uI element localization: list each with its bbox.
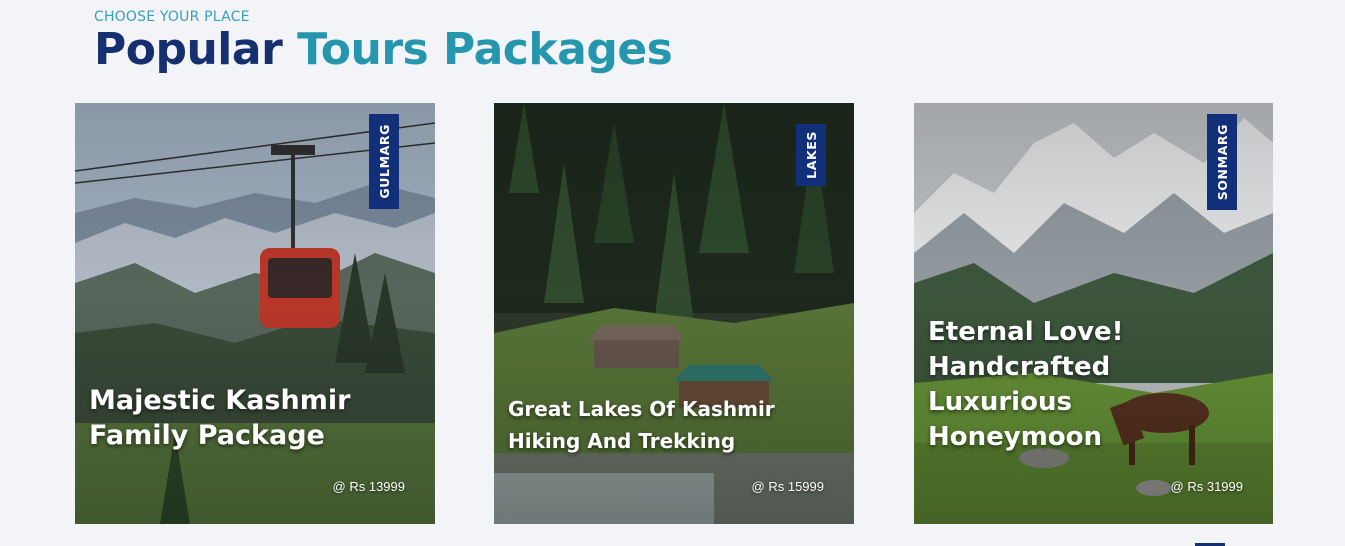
package-card-lakes[interactable]: LAKES Great Lakes Of Kashmir Hiking And … [494,103,854,524]
package-price: @ Rs 13999 [332,479,405,494]
package-price: @ Rs 31999 [1170,479,1243,494]
section-title: Popular Tours Packages [94,24,673,75]
package-title[interactable]: Eternal Love! Handcrafted Luxurious Hone… [928,315,1124,455]
package-price: @ Rs 15999 [751,479,824,494]
package-card-gulmarg[interactable]: GULMARG Majestic Kashmir Family Package … [75,103,435,524]
section-title-primary: Popular [94,24,283,75]
location-tag[interactable]: GULMARG [369,114,399,209]
section-eyebrow: CHOOSE YOUR PLACE [94,9,250,25]
package-card-sonmarg[interactable]: SONMARG Eternal Love! Handcrafted Luxuri… [914,103,1273,524]
location-tag[interactable]: SONMARG [1207,114,1237,210]
package-title[interactable]: Majestic Kashmir Family Package [89,383,350,453]
location-tag[interactable]: LAKES [796,124,826,186]
section-title-accent: Tours Packages [297,24,673,75]
package-title[interactable]: Great Lakes Of Kashmir Hiking And Trekki… [508,393,775,457]
